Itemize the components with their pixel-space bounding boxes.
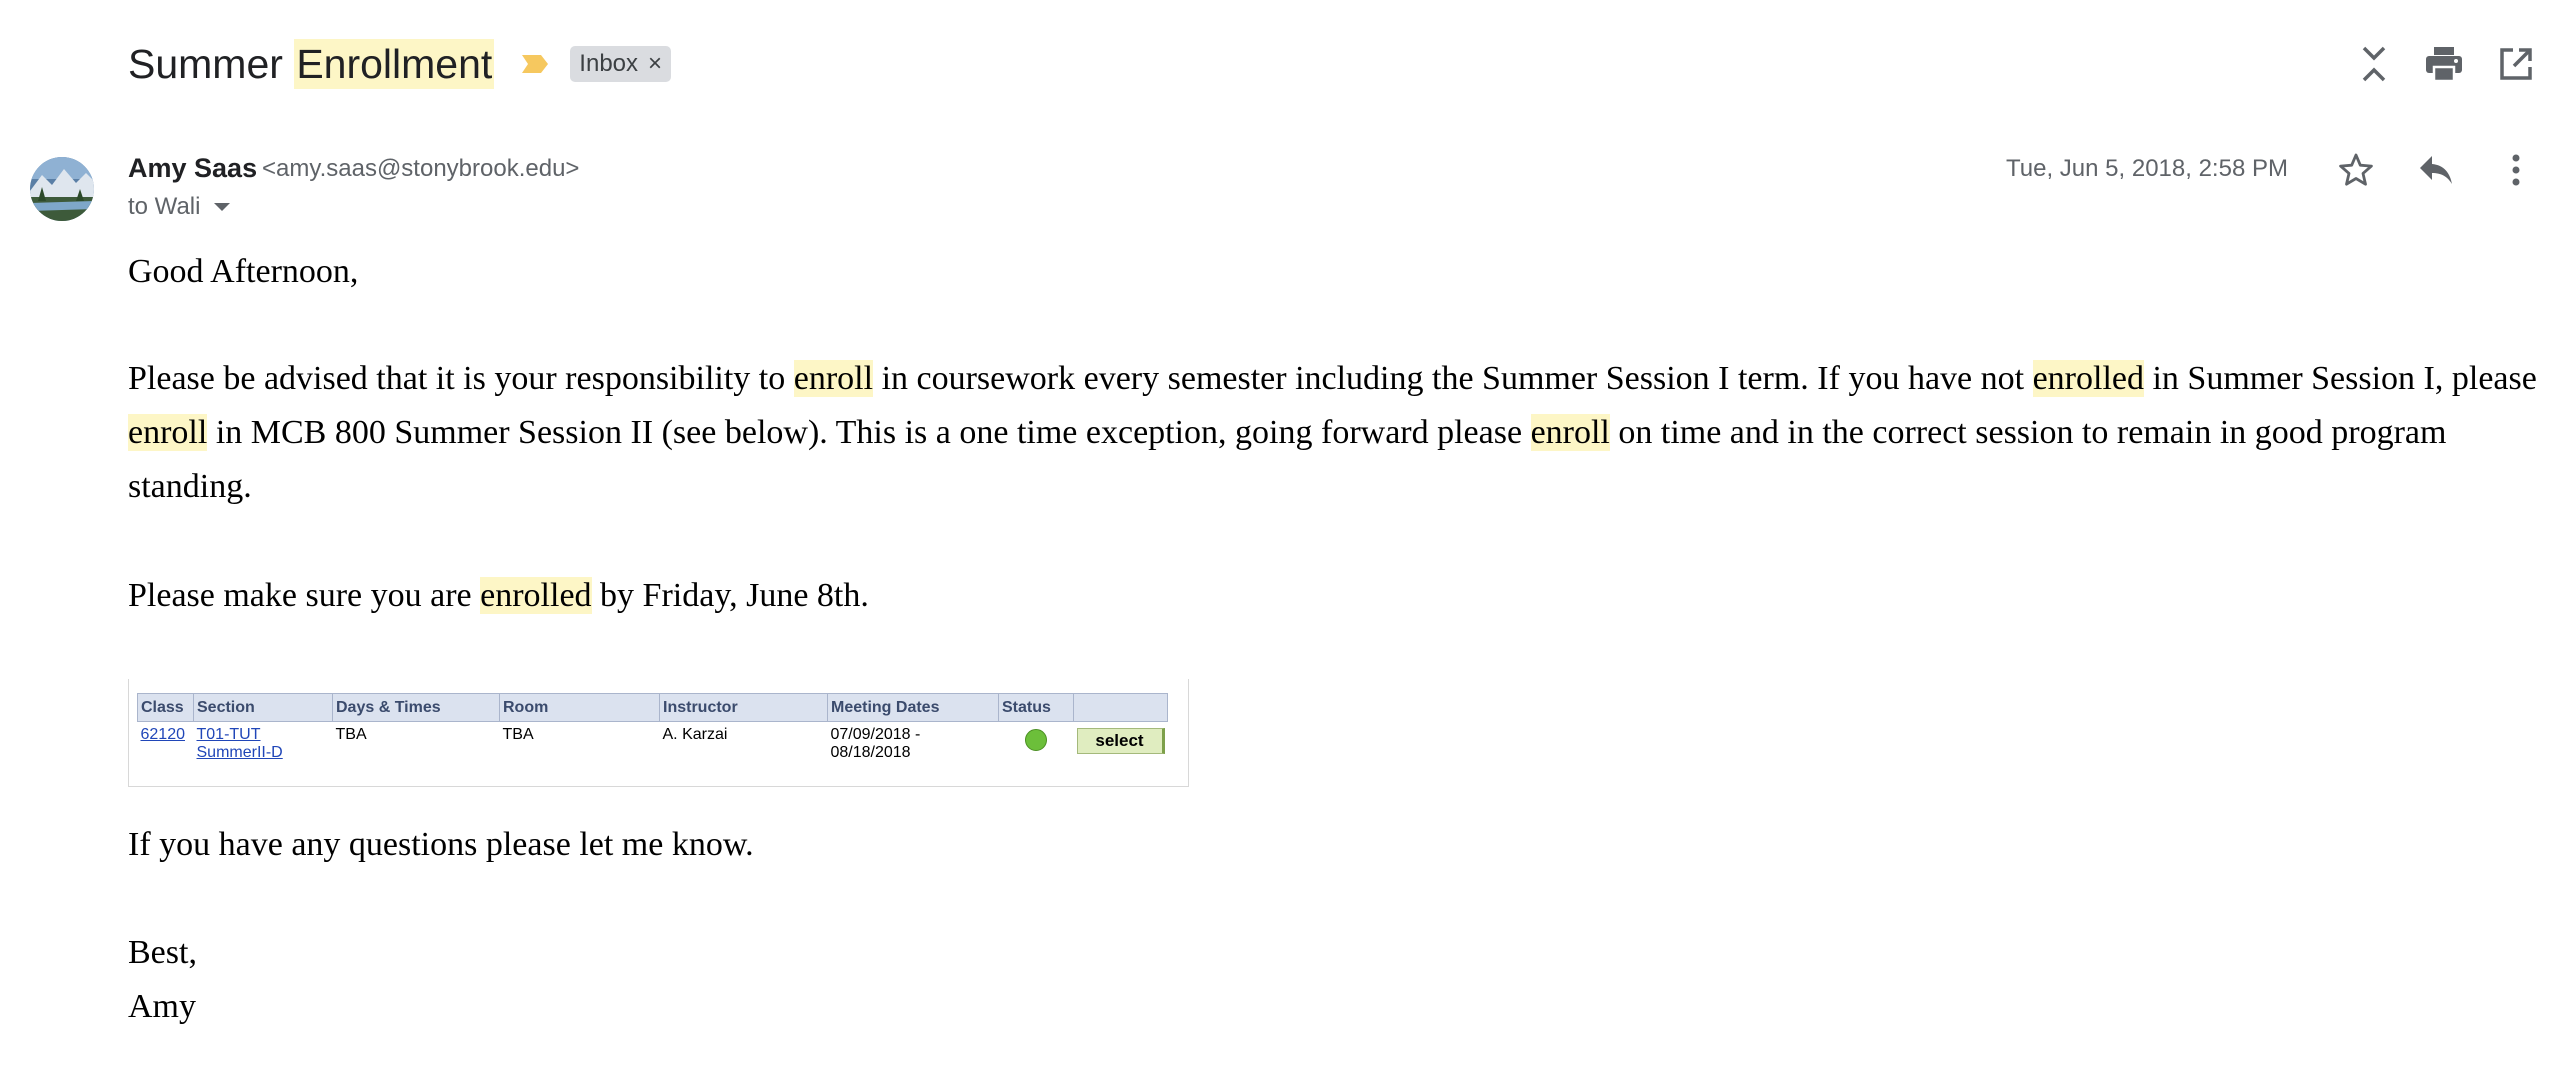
signoff: Best, [128,934,197,971]
cell-action: select [1074,722,1168,773]
cell-status [999,722,1074,773]
sender-email: <amy.saas@stonybrook.edu> [262,155,580,182]
greeting: Good Afternoon, [128,253,359,290]
dates-line-2: 08/18/2018 [830,744,911,761]
table-row: 62120 T01-TUT SummerII-D TBA TBA A. Karza… [138,722,1168,773]
subject-highlight: Enrollment [294,38,495,89]
deadline-text: Please make sure you are [128,577,481,614]
cell-room: TBA [502,726,534,743]
col-header-instructor: Instructor [659,693,828,722]
sender-avatar[interactable] [30,157,94,221]
paragraph-deadline: Please make sure you are enrolled by Fri… [128,569,869,623]
col-header-room: Room [499,693,660,722]
section-line-2: SummerII-D [196,744,283,761]
show-details-chevron-down-icon[interactable] [214,203,231,211]
message-timestamp: Tue, Jun 5, 2018, 2:58 PM [2006,155,2288,182]
section-line-1: T01-TUT [196,726,261,743]
label-chip-inbox: Inbox × [570,46,672,82]
deadline-text-end: by Friday, June 8th. [591,577,869,614]
recipients-text: to Wali [128,193,201,220]
keyword-highlight: enrolled [480,577,592,614]
cell-instructor: A. Karzai [662,726,728,743]
cell-meeting-dates: 07/09/2018 -08/18/2018 [828,722,999,773]
paragraph-text: Please be advised that it is your respon… [128,360,794,397]
status-open-icon [1025,729,1047,751]
recipients: to Wali [128,193,231,221]
email-subject: Summer Enrollment [128,38,495,89]
more-options-icon[interactable] [2494,148,2538,192]
keyword-highlight: enroll [1530,414,1610,451]
col-header-section: Section [193,693,333,722]
star-icon[interactable] [2334,148,2378,192]
class-number-link[interactable]: 62120 [141,726,186,743]
subject-text: Summer [128,40,295,87]
cell-section: T01-TUT SummerII-D [194,722,333,773]
subject-row: Summer Enrollment Inbox × [128,36,672,92]
print-icon[interactable] [2422,42,2466,86]
open-in-new-window-icon[interactable] [2494,42,2538,86]
sender-name[interactable]: Amy Saas [128,153,257,184]
table-header-row: Class Section Days & Times Room Instruct… [137,693,1168,722]
paragraph-text: in coursework every semester including t… [873,360,2033,397]
paragraph-questions: If you have any questions please let me … [128,826,754,863]
remove-label-icon[interactable]: × [648,50,662,78]
paragraph-text: in MCB 800 Summer Session II (see below)… [207,414,1531,451]
select-class-button[interactable]: select [1076,728,1165,754]
collapse-all-icon[interactable] [2352,42,2396,86]
class-table: Class Section Days & Times Room Instruct… [137,693,1168,772]
col-header-action [1073,693,1168,722]
section-link[interactable]: T01-TUT SummerII-D [197,726,283,761]
signature: Amy [128,988,196,1025]
col-header-meeting-dates: Meeting Dates [827,693,999,722]
cell-class: 62120 [138,722,194,773]
keyword-highlight: enrolled [2032,360,2144,397]
col-header-days-times: Days & Times [332,693,500,722]
class-schedule-image: Class Section Days & Times Room Instruct… [128,679,1189,787]
paragraph-enrollment-notice: Please be advised that it is your respon… [128,352,2548,514]
label-chip-text: Inbox [579,50,639,77]
keyword-highlight: enroll [793,360,874,397]
reply-icon[interactable] [2414,148,2458,192]
cell-days-times: TBA [335,726,367,743]
paragraph-text: in Summer Session I, please [2143,360,2537,397]
dates-line-1: 07/09/2018 - [830,726,921,743]
keyword-highlight: enroll [128,414,208,451]
col-header-class: Class [137,693,194,722]
col-header-status: Status [998,693,1074,722]
importance-marker-icon[interactable] [520,52,550,76]
